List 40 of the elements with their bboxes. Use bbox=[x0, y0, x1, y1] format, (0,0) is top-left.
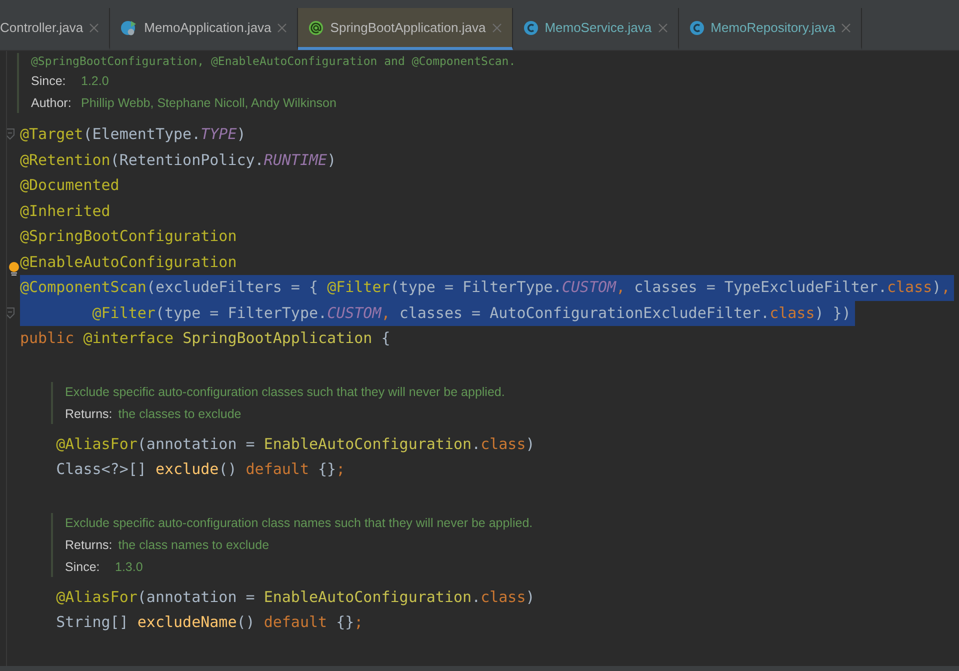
annotation-icon bbox=[308, 20, 324, 36]
code-line: @SpringBootConfiguration bbox=[20, 226, 237, 247]
lightbulb-icon[interactable] bbox=[8, 262, 20, 276]
close-icon[interactable] bbox=[841, 22, 852, 32]
close-icon[interactable] bbox=[277, 22, 288, 32]
editor-tab[interactable]: MemoRepository.java bbox=[678, 8, 862, 50]
doc-tag-value: Phillip Webb, Stephane Nicoll, Andy Wilkinson bbox=[81, 95, 336, 112]
run-class-icon bbox=[120, 18, 138, 36]
doc-tag-label: Returns: bbox=[65, 536, 112, 554]
code-line: @AliasFor(annotation = EnableAutoConfiguration.class) bbox=[55, 586, 535, 608]
close-icon[interactable] bbox=[492, 22, 502, 32]
code-line: @Documented bbox=[20, 175, 120, 196]
code-line: String[] excludeName() default {}; bbox=[55, 612, 364, 633]
code-line: @EnableAutoConfiguration bbox=[20, 252, 237, 272]
code-line: @Target(ElementType.TYPE) bbox=[20, 124, 246, 145]
fold-marker-icon[interactable] bbox=[7, 306, 15, 318]
fold-marker-icon[interactable] bbox=[7, 128, 15, 140]
doc-text: @SpringBootConfiguration, @EnableAutoConfiguration and @ComponentScan. bbox=[31, 54, 517, 68]
doc-tag-value: 1.2.0 bbox=[81, 73, 109, 90]
doc-tag-label: Since: bbox=[31, 73, 67, 90]
close-icon[interactable] bbox=[658, 22, 668, 32]
editor-tab[interactable]: SpringBootApplication.java bbox=[298, 8, 513, 50]
code-line: @AliasFor(annotation = EnableAutoConfiguration.class) bbox=[55, 434, 535, 454]
class-icon bbox=[522, 20, 539, 36]
doc-tag-label: Author: bbox=[31, 95, 72, 112]
editor-tab[interactable]: MemoService.java bbox=[512, 8, 679, 50]
doc-text: Exclude specific auto-configuration class names such that they will never be applied. bbox=[65, 514, 534, 532]
doc-tag-value: 1.3.0 bbox=[115, 558, 143, 576]
doc-tag-label: Since: bbox=[65, 558, 101, 576]
doc-text: Exclude specific auto-configuration classes such that they will never be applied. bbox=[65, 384, 506, 400]
code-line: @Inherited bbox=[20, 200, 110, 222]
close-icon[interactable] bbox=[89, 22, 100, 32]
doc-tag-label: Returns: bbox=[65, 406, 112, 422]
doc-tag-value: the class names to exclude bbox=[118, 536, 270, 554]
class-icon bbox=[688, 20, 705, 36]
code-line: Class<?>[] exclude() default {}; bbox=[55, 459, 346, 480]
code-line: public @interface SpringBootApplication { bbox=[20, 328, 390, 349]
editor-tab[interactable]: Controller.java bbox=[0, 8, 110, 50]
code-line: @Retention(RetentionPolicy.RUNTIME) bbox=[20, 150, 336, 170]
doc-tag-value: the classes to exclude bbox=[118, 406, 242, 422]
